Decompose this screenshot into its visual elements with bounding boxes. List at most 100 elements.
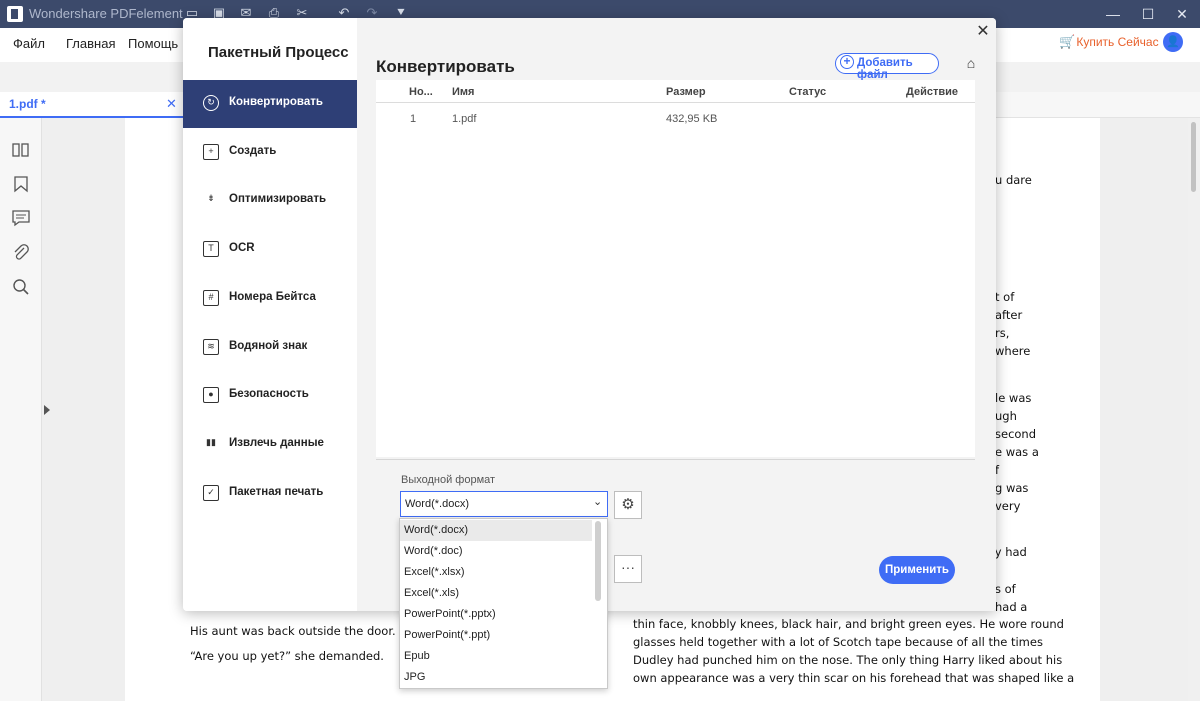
lock-icon: ●: [203, 387, 219, 403]
nav-item-label: OCR: [229, 242, 255, 254]
doc-text-fragment: g was: [995, 481, 1029, 495]
nav-item-security[interactable]: ● Безопасность: [183, 372, 357, 420]
doc-text-fragment: t of: [995, 290, 1015, 304]
doc-text-fragment: very: [995, 499, 1021, 513]
nav-item-label: Пакетная печать: [229, 486, 324, 498]
panel-title: Конвертировать: [376, 57, 515, 76]
attachment-icon[interactable]: [11, 243, 31, 263]
cart-icon: 🛒: [1059, 34, 1076, 49]
maximize-button[interactable]: ☐: [1138, 4, 1158, 24]
doc-text-fragment: had a: [995, 600, 1028, 614]
close-window-button[interactable]: ✕: [1172, 4, 1192, 24]
watermark-icon: ≋: [203, 339, 219, 355]
browse-folder-button[interactable]: ···: [614, 555, 642, 583]
nav-item-extract-data[interactable]: ▮▮ Извлечь данные: [183, 421, 357, 469]
search-icon[interactable]: [11, 277, 31, 297]
doc-text-fragment: where: [995, 344, 1031, 358]
dropdown-scrollbar[interactable]: [595, 521, 601, 601]
convert-icon: ↻: [203, 95, 219, 111]
doc-text-fragment: second: [995, 427, 1037, 441]
format-option[interactable]: Word(*.doc): [400, 541, 592, 562]
column-header-size: Размер: [666, 86, 706, 98]
table-header-divider: [376, 102, 975, 103]
menu-help[interactable]: Помощь: [128, 36, 178, 51]
scrollbar-thumb[interactable]: [1191, 122, 1196, 192]
cell-number: 1: [410, 113, 417, 125]
tab-label: 1.pdf *: [9, 97, 46, 111]
output-format-label: Выходной формат: [401, 474, 496, 486]
avatar[interactable]: 👤: [1163, 32, 1183, 52]
clear-list-icon[interactable]: ⌂: [962, 55, 980, 73]
expand-left-panel-icon[interactable]: [44, 405, 50, 415]
cell-size: 432,95 KB: [666, 113, 718, 125]
thumbnails-icon[interactable]: [11, 140, 31, 160]
app-logo-icon: [7, 6, 23, 22]
format-option[interactable]: PowerPoint(*.ppt): [400, 625, 592, 646]
format-option[interactable]: Excel(*.xlsx): [400, 562, 592, 583]
doc-text-line: thin face, knobbly knees, black hair, an…: [633, 617, 1064, 631]
format-option[interactable]: Excel(*.xls): [400, 583, 592, 604]
column-header-name: Имя: [452, 86, 475, 98]
doc-text-line: Dudley had punched him on the nose. The …: [633, 653, 1063, 667]
doc-text-line: glasses held together with a lot of Scot…: [633, 635, 1043, 649]
nav-item-ocr[interactable]: T OCR: [183, 226, 357, 274]
format-option[interactable]: Epub: [400, 646, 592, 667]
close-tab-icon[interactable]: ✕: [166, 96, 177, 112]
chart-icon: ▮▮: [206, 437, 216, 447]
menu-home[interactable]: Главная: [66, 36, 115, 51]
nav-item-label: Извлечь данные: [229, 437, 324, 449]
print-icon: ✓: [203, 485, 219, 501]
buy-now-label: Купить Сейчас: [1076, 35, 1159, 49]
nav-item-batch-print[interactable]: ✓ Пакетная печать: [183, 470, 357, 518]
doc-text-fragment: e was a: [995, 445, 1039, 459]
nav-item-watermark[interactable]: ≋ Водяной знак: [183, 324, 357, 372]
optimize-icon: ⇟: [207, 193, 215, 203]
batch-nav: Пакетный Процесс ↻ Конвертировать + Созд…: [183, 18, 357, 611]
settings-gear-button[interactable]: ⚙: [614, 491, 642, 519]
bookmark-icon[interactable]: [11, 174, 31, 194]
close-dialog-button[interactable]: ✕: [974, 23, 992, 41]
apply-button[interactable]: Применить: [879, 556, 955, 584]
column-header-status: Статус: [789, 86, 827, 98]
create-icon: +: [203, 144, 219, 160]
minimize-button[interactable]: —: [1103, 4, 1123, 24]
nav-item-label: Номера Бейтса: [229, 291, 316, 303]
left-sidebar: [0, 118, 42, 701]
chevron-down-icon: ⌄: [593, 496, 603, 508]
app-title: Wondershare PDFelement: [29, 6, 183, 21]
settings-divider: [376, 459, 975, 460]
doc-text-fragment: after: [995, 308, 1023, 322]
nav-item-label: Создать: [229, 145, 277, 157]
doc-text-fragment: rs,: [995, 326, 1010, 340]
bates-icon: #: [203, 290, 219, 306]
file-table: Но... Имя Размер Статус Действие 1 1.pdf…: [376, 80, 975, 457]
nav-item-label: Конвертировать: [229, 96, 323, 108]
buy-now-link[interactable]: 🛒 Купить Сейчас: [1059, 34, 1159, 54]
dialog-title: Пакетный Процесс: [208, 44, 349, 61]
format-option[interactable]: Word(*.docx): [400, 520, 592, 541]
doc-text-line: His aunt was back outside the door.: [190, 624, 396, 638]
cell-name: 1.pdf: [452, 113, 477, 125]
nav-item-label: Безопасность: [229, 388, 309, 400]
column-header-number: Но...: [409, 86, 433, 98]
nav-item-bates[interactable]: # Номера Бейтса: [183, 275, 357, 323]
ocr-icon: T: [203, 241, 219, 257]
doc-text-fragment: u dare: [995, 173, 1032, 187]
nav-item-convert[interactable]: ↻ Конвертировать: [183, 80, 357, 128]
nav-item-optimize[interactable]: ⇟ Оптимизировать: [183, 177, 357, 225]
nav-item-label: Оптимизировать: [229, 193, 327, 205]
format-option[interactable]: JPG: [400, 667, 592, 688]
tab-1-pdf[interactable]: 1.pdf * ✕: [0, 92, 184, 118]
format-option[interactable]: PowerPoint(*.pptx): [400, 604, 592, 625]
doc-text-line: own appearance was a very thin scar on h…: [633, 671, 1075, 685]
nav-item-create[interactable]: + Создать: [183, 129, 357, 177]
output-format-dropdown: Word(*.docx) Word(*.doc) Excel(*.xlsx) E…: [399, 518, 608, 689]
output-format-select[interactable]: Word(*.docx) ⌄: [400, 491, 608, 517]
doc-text-line: “Are you up yet?” she demanded.: [190, 649, 384, 663]
menu-file[interactable]: Файл: [13, 36, 45, 51]
plus-icon: +: [840, 55, 854, 69]
add-file-button[interactable]: + Добавить файл: [835, 53, 939, 81]
document-scrollbar[interactable]: [1188, 118, 1200, 701]
comment-icon[interactable]: [11, 208, 31, 228]
doc-text-fragment: le was: [995, 391, 1032, 405]
